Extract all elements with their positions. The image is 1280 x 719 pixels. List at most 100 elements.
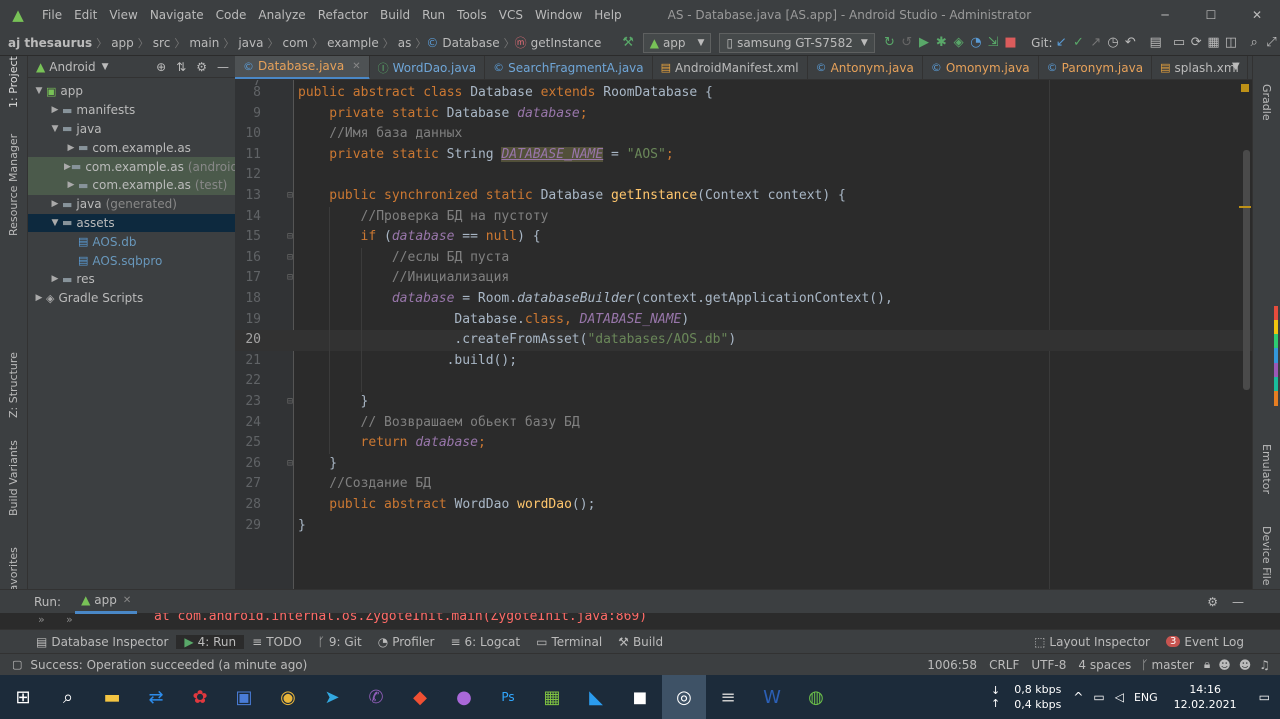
tree-item[interactable]: ▶ ▬ com.example.as [28,138,235,157]
breadcrumb-item[interactable]: app [107,36,138,50]
layout-icon[interactable]: ◫ [1222,35,1239,50]
git-update-icon[interactable]: ↙ [1053,35,1070,50]
photoshop-icon[interactable]: Ps [486,675,530,719]
database-icon[interactable]: ≡ [706,675,750,719]
rollback-icon[interactable]: ↶ [1122,35,1139,50]
menu-tools[interactable]: Tools [451,8,493,22]
minimize-button[interactable]: ─ [1142,8,1188,22]
tree-item[interactable]: ▼ ▣ app [28,82,235,101]
tool-window-6-logcat[interactable]: ≡ 6: Logcat [442,635,528,649]
menu-navigate[interactable]: Navigate [144,8,210,22]
tree-item[interactable]: ▤ AOS.sqbpro [28,251,235,270]
run-tab-app[interactable]: ▲ app ✕ [75,590,138,614]
fold-icon[interactable]: ⊟ [287,227,293,248]
code-line[interactable]: 15 if (database == null) {⊟ [235,227,1252,248]
chevron-right-icon[interactable]: ▶ [64,143,78,153]
tab-database-java[interactable]: © Database.java ✕ [235,56,370,79]
word-icon[interactable]: W [750,675,794,719]
project-tool-tab[interactable]: 1: Project [7,56,20,108]
compass-icon[interactable]: ◍ [794,675,838,719]
tree-item[interactable]: ▶ ▬ manifests [28,101,235,120]
line-separator[interactable]: CRLF [989,658,1019,672]
save-disk-icon[interactable]: ▣ [222,675,266,719]
huawei-icon[interactable]: ✿ [178,675,222,719]
code-line[interactable]: 20 .createFromAsset("databases/AOS.db") [235,330,1252,351]
tree-item[interactable]: ▶ ▬ java (generated) [28,195,235,214]
fold-icon[interactable]: ⊟ [287,454,293,475]
breadcrumb-item[interactable]: Database [438,36,503,50]
intellij-icon[interactable]: ◼ [618,675,662,719]
menu-view[interactable]: View [103,8,143,22]
tool-window-4-run[interactable]: ▶ 4: Run [176,634,245,649]
code-line[interactable]: 24 // Возврашаем обьект базу БД [235,413,1252,434]
code-line[interactable]: 29} [235,516,1252,537]
menu-build[interactable]: Build [374,8,416,22]
analysis-status-icon[interactable] [1241,84,1249,92]
code-editor[interactable]: 7 8 public abstract class Database extends… [235,80,1252,589]
fold-icon[interactable]: ⊟ [287,248,293,269]
gear-icon[interactable]: ⚙ [1207,595,1218,609]
gear-icon[interactable]: ⚙ [196,60,207,74]
history-icon[interactable]: ◷ [1104,35,1121,50]
chevron-right-icon[interactable]: ▶ [48,105,62,115]
code-line[interactable]: 25 return database; [235,433,1252,454]
viber-icon[interactable]: ✆ [354,675,398,719]
tool-window-profiler[interactable]: ◔ Profiler [370,635,443,649]
face-icon[interactable]: ☻ [1218,658,1231,672]
vscode-icon[interactable]: ◣ [574,675,618,719]
run-config-dropdown[interactable]: ▲ app ▼ [642,32,712,53]
tool-window-9-git[interactable]: ᚴ 9: Git [310,635,370,649]
tool-window-build[interactable]: ⚒ Build [610,635,671,649]
podcast-icon[interactable]: ● [442,675,486,719]
apply-changes-icon[interactable]: ↻ [881,35,898,50]
build-variants-tool-tab[interactable]: Build Variants [7,440,20,516]
chevron-down-icon[interactable]: ▼ [48,124,62,134]
lock-icon[interactable]: 🔒︎ [1204,657,1210,672]
breadcrumb-item[interactable]: com [278,36,312,50]
tab-worddao-java[interactable]: Ⓘ WordDao.java [370,56,486,79]
menu-vcs[interactable]: VCS [493,8,529,22]
search-icon[interactable]: ⌕ [46,675,90,719]
gradle-tool-tab[interactable]: Gradle [1260,84,1273,121]
chevron-right-icon[interactable]: ▶ [64,180,78,190]
fold-icon[interactable]: ⊟ [287,392,293,413]
sdk-manager-icon[interactable]: ▤ [1147,35,1164,50]
chevron-right-icon[interactable]: ▶ [32,293,46,303]
face-icon[interactable]: ☻ [1239,658,1252,672]
debug-icon[interactable]: ✱ [933,35,950,50]
chevron-down-icon[interactable]: ▼ [32,86,46,96]
code-line[interactable]: 27 //Создание БД [235,474,1252,495]
tab-paronym-java[interactable]: © Paronym.java [1039,56,1153,79]
locate-icon[interactable]: ⊕ [156,60,166,74]
menu-refactor[interactable]: Refactor [312,8,374,22]
spreadsheet-icon[interactable]: ▦ [530,675,574,719]
editor-scrollbar[interactable] [1243,150,1250,390]
maximize-button[interactable]: ☐ [1188,8,1234,22]
profile-icon[interactable]: ◔ [967,35,984,50]
coverage-icon[interactable]: ◈ [950,35,967,50]
stop-icon[interactable]: ■ [1002,35,1019,50]
tool-window-todo[interactable]: ≡ TODO [244,635,310,649]
structure-tool-tab[interactable]: Z: Structure [7,352,20,418]
chevron-right-icon[interactable]: ▶ [64,162,71,172]
emulator-tool-tab[interactable]: Emulator [1260,444,1273,494]
layout-inspector-button[interactable]: ⬚ Layout Inspector [1026,635,1158,649]
code-line[interactable]: 22 [235,371,1252,392]
battery-icon[interactable]: ▭ [1093,690,1104,704]
tree-item[interactable]: ▶ ▬ com.example.as (test) [28,175,235,195]
menu-edit[interactable]: Edit [68,8,103,22]
device-dropdown[interactable]: ▯ samsung GT-S7582 ▼ [719,32,875,53]
git-branch[interactable]: master [1151,658,1193,672]
hide-icon[interactable]: — [217,60,229,74]
chevron-right-icon[interactable]: ▶ [48,199,62,209]
teamviewer-icon[interactable]: ⇄ [134,675,178,719]
breadcrumb-item[interactable]: main [185,36,223,50]
clock[interactable]: 14:16 12.02.2021 [1174,682,1237,712]
language-indicator[interactable]: ENG [1134,691,1158,704]
file-explorer-icon[interactable]: ▬ [90,675,134,719]
tab-omonym-java[interactable]: © Omonym.java [923,56,1039,79]
chevron-down-icon[interactable]: ▼ [1232,61,1240,72]
tree-item[interactable]: ▼ ▬ assets [28,213,235,233]
hide-icon[interactable]: — [1232,595,1244,609]
expand-icon[interactable]: ⤢ [1263,35,1280,50]
